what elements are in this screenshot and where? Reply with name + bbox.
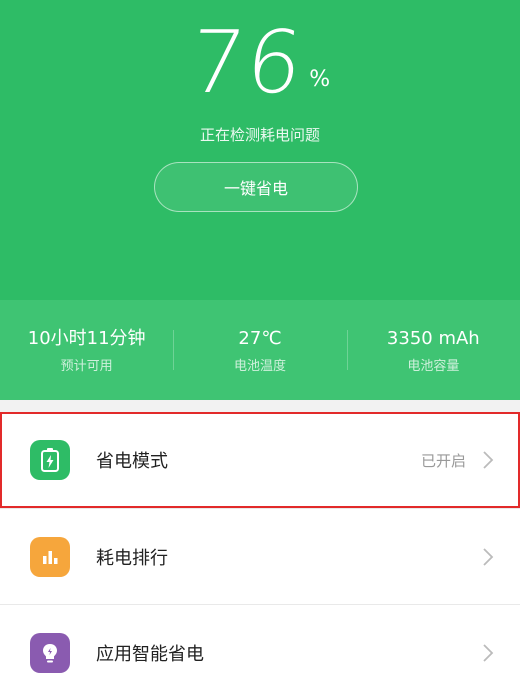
power-settings-list: 省电模式 已开启 耗电排行 应用智能省电 [0, 412, 520, 700]
stat-label: 预计可用 [60, 358, 113, 374]
battery-stats-bar: 10小时11分钟 预计可用 27℃ 电池温度 3350 mAh 电池容量 [0, 300, 520, 400]
scan-status-text: 正在检测耗电问题 [199, 126, 320, 144]
menu-item-power-usage-ranking[interactable]: 耗电排行 [0, 508, 520, 604]
menu-item-label: 应用智能省电 [96, 643, 204, 665]
lightbulb-icon [30, 632, 70, 673]
battery-hero-panel: 76% 正在检测耗电问题 一键省电 [0, 0, 520, 300]
stat-battery-temperature: 27℃ 电池温度 [173, 300, 346, 400]
battery-percentage: 76 [184, 13, 309, 113]
menu-item-status: 已开启 [420, 451, 466, 470]
stat-value: 10小时11分钟 [27, 327, 146, 349]
stat-value: 3350 mAh [386, 327, 480, 349]
battery-level-display: 76% [0, 8, 520, 118]
percent-sign: % [309, 67, 331, 92]
menu-item-label: 耗电排行 [96, 547, 168, 569]
battery-charging-icon [30, 440, 70, 480]
stat-label: 电池温度 [233, 358, 286, 374]
stat-battery-capacity: 3350 mAh 电池容量 [346, 300, 520, 400]
menu-item-label: 省电模式 [96, 451, 168, 472]
bar-chart-icon [30, 536, 70, 577]
chevron-right-icon [483, 644, 494, 662]
chevron-right-icon [483, 548, 494, 566]
chevron-right-icon [483, 451, 494, 469]
menu-item-smart-app-power-saving[interactable]: 应用智能省电 [0, 604, 520, 700]
stat-value: 27℃ [238, 327, 282, 349]
stat-estimated-time: 10小时11分钟 预计可用 [0, 300, 173, 400]
stat-label: 电池容量 [407, 358, 460, 374]
menu-item-power-saving-mode[interactable]: 省电模式 已开启 [0, 412, 520, 508]
one-key-power-save-button[interactable]: 一键省电 [154, 162, 358, 212]
